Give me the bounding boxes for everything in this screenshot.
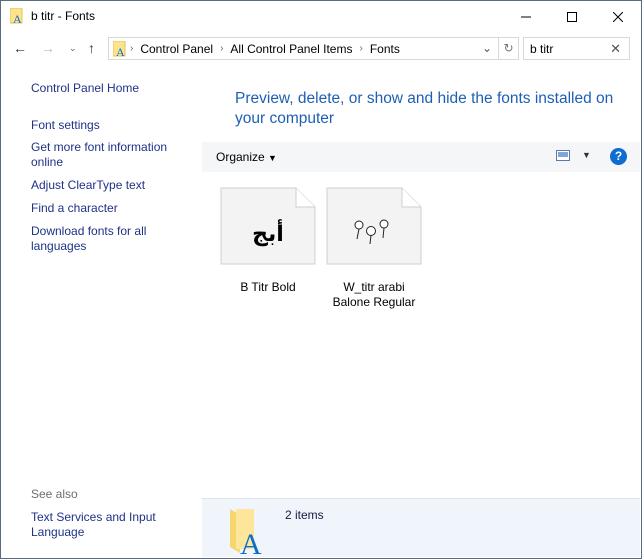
breadcrumb-control-panel[interactable]: Control Panel [140,42,213,56]
font-name: B Titr Bold [240,280,296,294]
close-button[interactable] [595,1,641,32]
arrow-right-icon: → [41,40,55,56]
item-count: 2 items [285,508,324,522]
recent-locations-button[interactable]: ⌄ [69,43,77,54]
minimize-icon [521,16,531,17]
view-options-button[interactable]: ▼ [582,150,591,160]
arrow-left-icon: ← [13,40,27,56]
sidebar-font-settings[interactable]: Font settings [31,118,191,133]
sidebar-more-font-info[interactable]: Get more font information online [31,140,181,170]
minimize-button[interactable] [503,1,549,32]
font-file-icon: أبج [220,187,316,265]
maximize-icon [567,11,577,22]
sidebar-control-panel-home[interactable]: Control Panel Home [31,81,191,96]
fonts-folder-icon: A [113,40,126,57]
fonts-folder-icon: A [10,8,23,24]
help-icon: ? [614,149,623,163]
sidebar-text-services[interactable]: Text Services and Input Language [31,510,171,540]
chevron-down-icon: ⌄ [69,43,77,53]
breadcrumb-separator-icon: › [220,43,224,54]
address-bar[interactable]: A › Control Panel › All Control Panel It… [108,37,519,60]
arrow-up-icon: ↑ [88,40,95,56]
see-also-heading: See also [31,487,78,501]
sidebar-cleartype[interactable]: Adjust ClearType text [31,178,191,193]
forward-button[interactable]: → [41,40,55,56]
breadcrumb-fonts[interactable]: Fonts [370,42,400,56]
font-file-icon [326,187,422,265]
caret-down-icon: ▼ [582,150,591,160]
refresh-button[interactable]: ↻ [498,38,518,59]
view-icon [556,150,570,161]
organize-label: Organize [216,150,265,164]
sidebar-download-fonts[interactable]: Download fonts for all languages [31,224,161,254]
address-dropdown-button[interactable]: ⌄ [482,41,492,55]
breadcrumb-separator-icon: › [359,43,363,54]
organize-button[interactable]: Organize ▼ [216,150,277,164]
font-name: W_titr arabi Balone Regular [332,280,416,309]
page-heading: Preview, delete, or show and hide the fo… [235,90,614,127]
search-input[interactable]: b titr ✕ [523,37,630,60]
breadcrumb-all-items[interactable]: All Control Panel Items [230,42,352,56]
breadcrumb-separator-icon: › [130,43,134,54]
close-icon: ✕ [610,41,621,56]
change-view-button[interactable] [556,150,570,164]
clear-search-button[interactable]: ✕ [610,41,621,57]
svg-text:A: A [116,45,125,57]
font-preview: أبج [252,218,284,247]
font-item[interactable]: أبج B Titr Bold [220,187,316,295]
svg-text:A: A [240,528,262,555]
help-button[interactable]: ? [610,148,627,165]
maximize-button[interactable] [549,1,595,32]
fonts-folder-icon: A [230,509,262,555]
fonts-window: A b titr - Fonts ← → ⌄ ↑ A › Control Pan… [0,0,642,559]
back-button[interactable]: ← [13,40,27,56]
svg-text:A: A [13,12,22,24]
chevron-down-icon: ⌄ [481,41,492,55]
window-title: b titr - Fonts [31,9,96,23]
command-bar: Organize ▼ ▼ ? [202,142,640,172]
sidebar-find-character[interactable]: Find a character [31,201,191,216]
up-button[interactable]: ↑ [88,40,95,56]
font-item[interactable]: W_titr arabi Balone Regular [326,187,422,310]
navigation-bar: ← → ⌄ ↑ A › Control Panel › All Control … [1,37,641,61]
sidebar: Control Panel Home Font settings Get mor… [1,71,201,558]
details-pane: A 2 items [202,498,640,557]
title-bar: A b titr - Fonts [1,1,641,32]
content-pane: Preview, delete, or show and hide the fo… [202,71,640,557]
caret-down-icon: ▼ [268,153,277,163]
refresh-icon: ↻ [503,41,514,55]
search-value: b titr [530,42,554,56]
close-icon [613,11,623,22]
